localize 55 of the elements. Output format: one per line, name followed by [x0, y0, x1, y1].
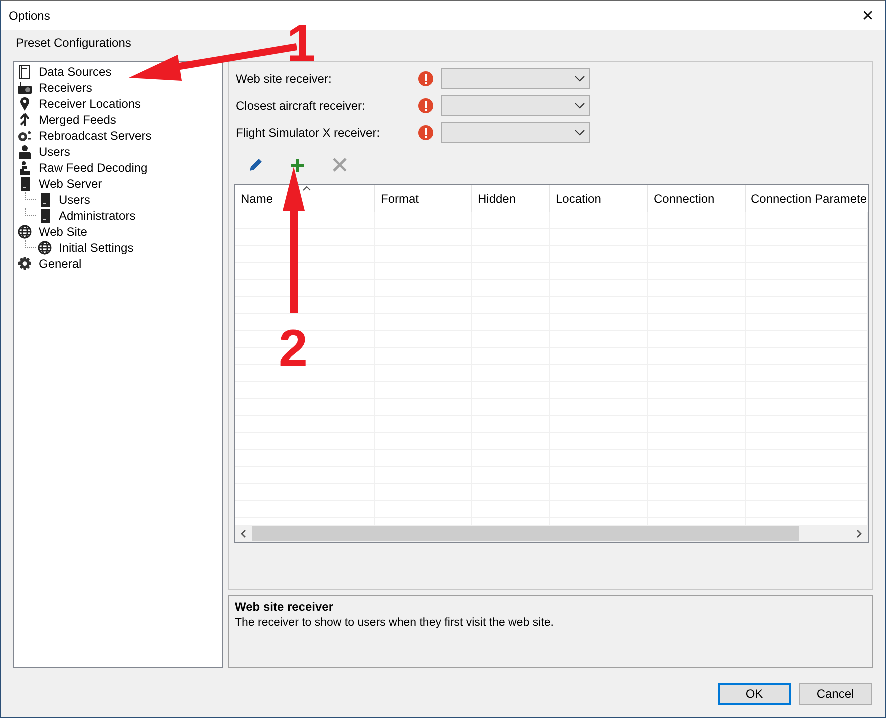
tree-item[interactable]: Administrators: [37, 208, 136, 224]
share-gear-icon: [18, 130, 32, 142]
caret-icon: [575, 102, 585, 108]
caret-icon: [575, 130, 585, 136]
column-header[interactable]: Connection: [648, 185, 746, 212]
chess-piece-icon: [19, 161, 31, 175]
tree-item[interactable]: Raw Feed Decoding: [17, 160, 148, 176]
ok-button[interactable]: OK: [718, 683, 791, 705]
combo-box[interactable]: [441, 68, 590, 89]
settings-icon: [18, 257, 32, 271]
plus-icon: [291, 158, 304, 172]
server-icon: [20, 177, 30, 191]
globe-icon: [38, 241, 52, 255]
server-icon: [40, 209, 50, 223]
description-title: Web site receiver: [235, 600, 334, 614]
column-header[interactable]: Format: [375, 185, 472, 212]
tree-item[interactable]: Data Sources: [17, 64, 112, 80]
cancel-button[interactable]: Cancel: [799, 683, 872, 705]
column-header[interactable]: Hidden: [472, 185, 550, 212]
tree-item[interactable]: Merged Feeds: [17, 112, 116, 128]
tree-item[interactable]: Users: [37, 192, 90, 208]
pin-icon: [20, 97, 30, 111]
tree-item[interactable]: General: [17, 256, 82, 272]
caret-icon: [575, 76, 585, 82]
chevron-left-icon: [241, 530, 246, 538]
column-header[interactable]: Connection Paramete: [746, 185, 868, 212]
description-text: The receiver to show to users when they first visit the web site.: [235, 617, 554, 629]
tree-item[interactable]: Users: [17, 144, 70, 160]
annotation-number: 1: [287, 18, 316, 70]
tree-item[interactable]: Rebroadcast Servers: [17, 128, 152, 144]
horizontal-scrollbar[interactable]: [235, 525, 868, 542]
radio-icon: [18, 82, 32, 94]
combo-box[interactable]: [441, 122, 590, 143]
merge-arrow-icon: [19, 113, 31, 127]
chevron-right-icon: [857, 530, 862, 538]
tree-item[interactable]: Initial Settings: [37, 240, 134, 256]
tree-item[interactable]: Receiver Locations: [17, 96, 142, 112]
combo-box[interactable]: [441, 95, 590, 116]
section-title: Preset Configurations: [16, 36, 132, 50]
scroll-thumb[interactable]: [252, 526, 799, 541]
tree-item[interactable]: Web Server: [17, 176, 102, 192]
column-header[interactable]: Location: [550, 185, 648, 212]
document-icon: [19, 65, 31, 79]
window-title: Options: [8, 9, 50, 23]
tree-item[interactable]: Web Site: [17, 224, 88, 240]
delete-icon: [333, 158, 347, 172]
user-icon: [19, 145, 31, 159]
field-label: Web site receiver:: [235, 72, 333, 86]
annotation-number: 2: [279, 323, 308, 375]
server-icon: [40, 193, 50, 207]
tree-item[interactable]: Receivers: [17, 80, 92, 96]
globe-icon: [18, 225, 32, 239]
field-label: Flight Simulator X receiver:: [235, 126, 382, 140]
pencil-icon: [249, 158, 263, 172]
field-label: Closest aircraft receiver:: [235, 98, 366, 112]
